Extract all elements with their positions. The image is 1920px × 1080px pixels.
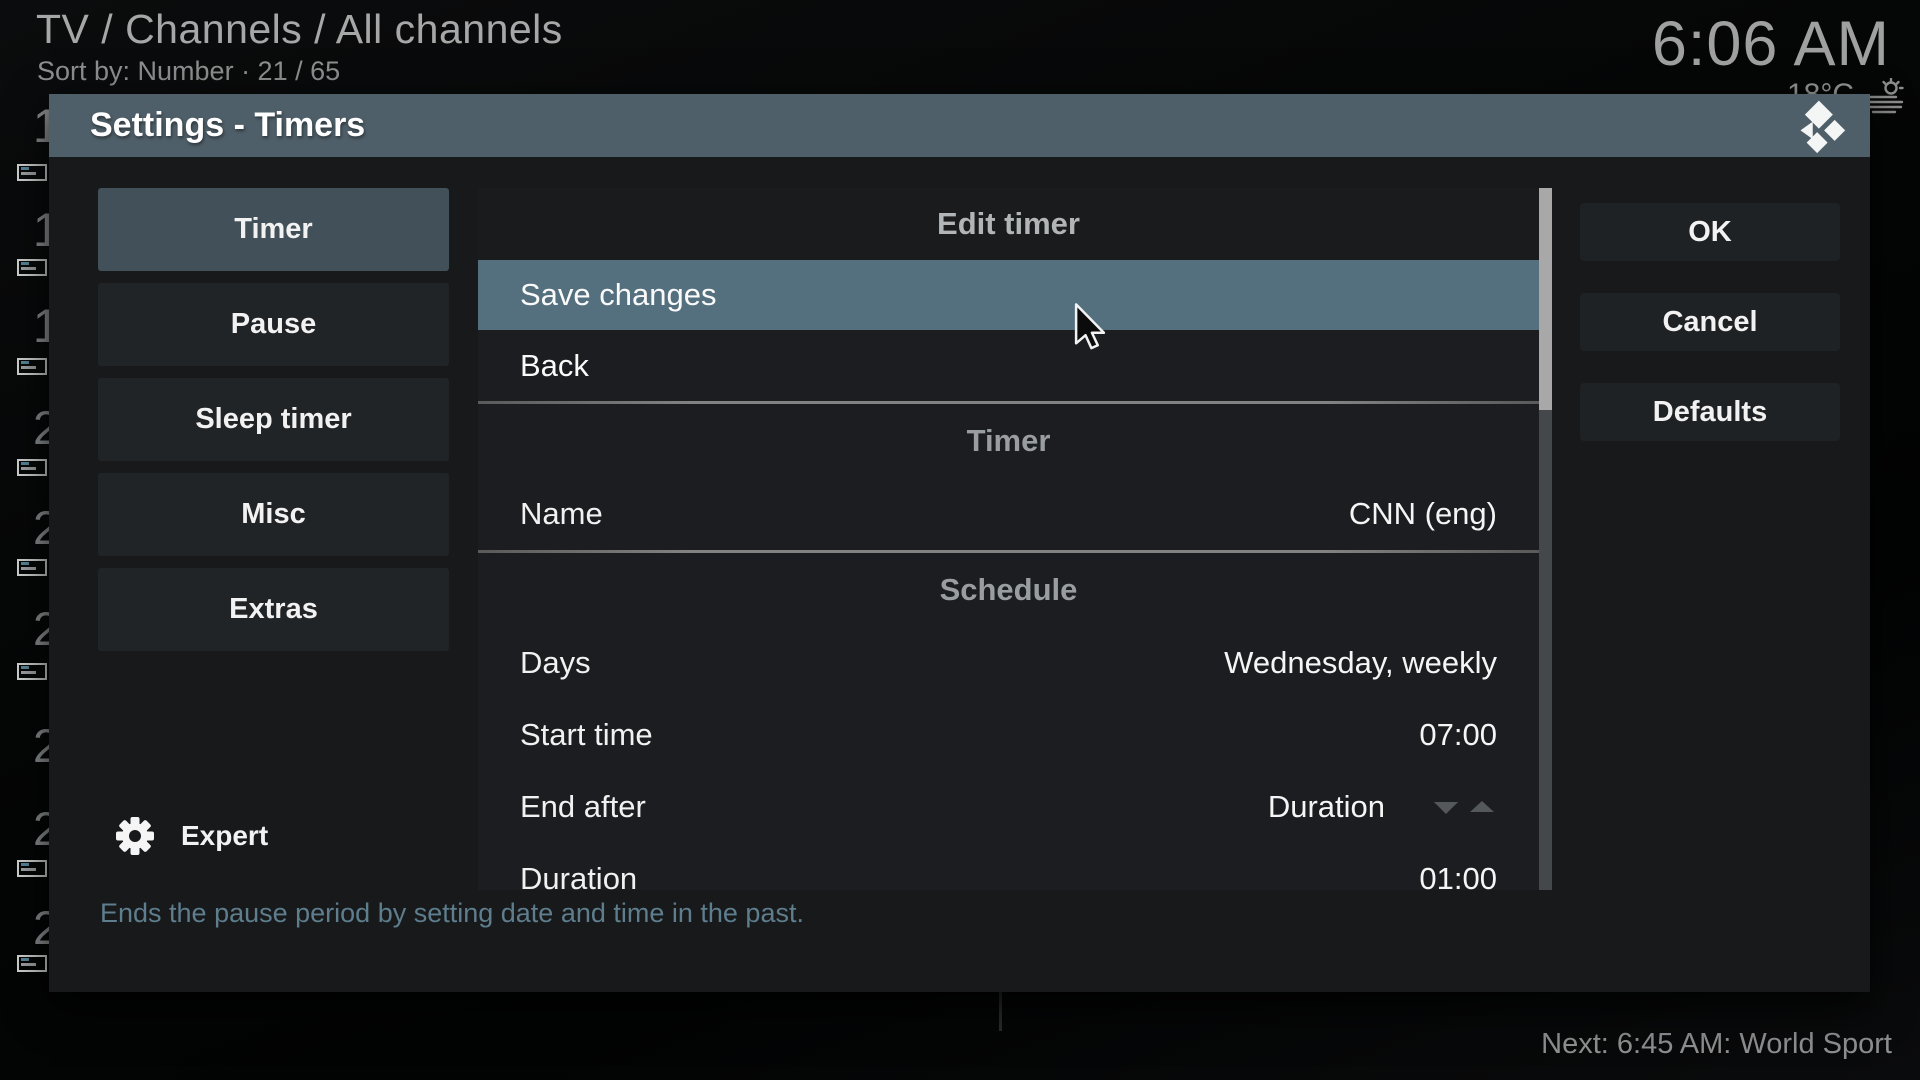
setting-value: 01:00 — [1419, 861, 1497, 890]
row-save-changes[interactable]: Save changes — [478, 260, 1539, 330]
setting-label: Duration — [520, 861, 1419, 890]
clock: 6:06 AM — [1652, 8, 1890, 80]
setting-row-end-after[interactable]: End afterDuration — [478, 771, 1539, 843]
setting-value: CNN (eng) — [1349, 496, 1497, 532]
setting-row-days[interactable]: DaysWednesday, weekly — [478, 627, 1539, 699]
setting-value: Wednesday, weekly — [1224, 645, 1497, 681]
row-back[interactable]: Back — [478, 330, 1539, 401]
screen: TV / Channels / All channels Sort by: Nu… — [0, 0, 1920, 1080]
row-schedule: Schedule — [478, 553, 1539, 627]
channel-progress-icon — [17, 164, 47, 181]
channel-progress-icon — [17, 955, 47, 972]
scrollbar-thumb[interactable] — [1539, 188, 1552, 410]
gear-icon — [115, 816, 155, 856]
settings-list: Edit timerSave changesBackTimerNameCNN (… — [478, 188, 1539, 890]
spinner-down-icon[interactable] — [1431, 797, 1461, 817]
setting-label: Start time — [520, 717, 1419, 753]
breadcrumb: TV / Channels / All channels — [36, 6, 563, 53]
row-edit-timer: Edit timer — [478, 188, 1539, 260]
sidebar-item-timer[interactable]: Timer — [98, 188, 449, 271]
sort-info: Sort by: Number · 21 / 65 — [37, 56, 340, 87]
setting-row-duration[interactable]: Duration01:00 — [478, 843, 1539, 890]
background-divider — [999, 992, 1002, 1031]
sidebar-item-misc[interactable]: Misc — [98, 473, 449, 556]
setting-row-start-time[interactable]: Start time07:00 — [478, 699, 1539, 771]
setting-label: End after — [520, 789, 1268, 825]
channel-progress-icon — [17, 559, 47, 576]
settings-level-toggle[interactable]: Expert — [115, 816, 268, 856]
cancel-button[interactable]: Cancel — [1580, 293, 1840, 351]
sidebar-item-sleep-timer[interactable]: Sleep timer — [98, 378, 449, 461]
sidebar-item-extras[interactable]: Extras — [98, 568, 449, 651]
channel-progress-icon — [17, 358, 47, 375]
channel-progress-icon — [17, 459, 47, 476]
settings-timers-dialog: Settings - Timers Timer Pause Sleep timer M… — [49, 94, 1870, 992]
defaults-button[interactable]: Defaults — [1580, 383, 1840, 441]
dialog-title: Settings - Timers — [90, 106, 365, 145]
settings-level-label: Expert — [181, 820, 268, 852]
spinner-up-icon[interactable] — [1467, 797, 1497, 817]
value-spinner — [1431, 797, 1497, 817]
scrollbar-track — [1539, 188, 1552, 890]
setting-value: Duration — [1268, 789, 1385, 825]
kodi-logo-icon — [1790, 98, 1846, 154]
dialog-titlebar: Settings - Timers — [49, 94, 1870, 157]
mouse-cursor — [1073, 303, 1107, 353]
setting-label: Days — [520, 645, 1224, 681]
channel-progress-icon — [17, 663, 47, 680]
channel-progress-icon — [17, 860, 47, 877]
setting-row-name[interactable]: NameCNN (eng) — [478, 478, 1539, 550]
setting-label: Name — [520, 496, 1349, 532]
help-text: Ends the pause period by setting date an… — [100, 898, 804, 929]
row-timer: Timer — [478, 404, 1539, 478]
channel-progress-icon — [17, 259, 47, 276]
next-program-info: Next: 6:45 AM: World Sport — [1541, 1028, 1892, 1061]
ok-button[interactable]: OK — [1580, 203, 1840, 261]
sidebar-item-pause[interactable]: Pause — [98, 283, 449, 366]
setting-value: 07:00 — [1419, 717, 1497, 753]
